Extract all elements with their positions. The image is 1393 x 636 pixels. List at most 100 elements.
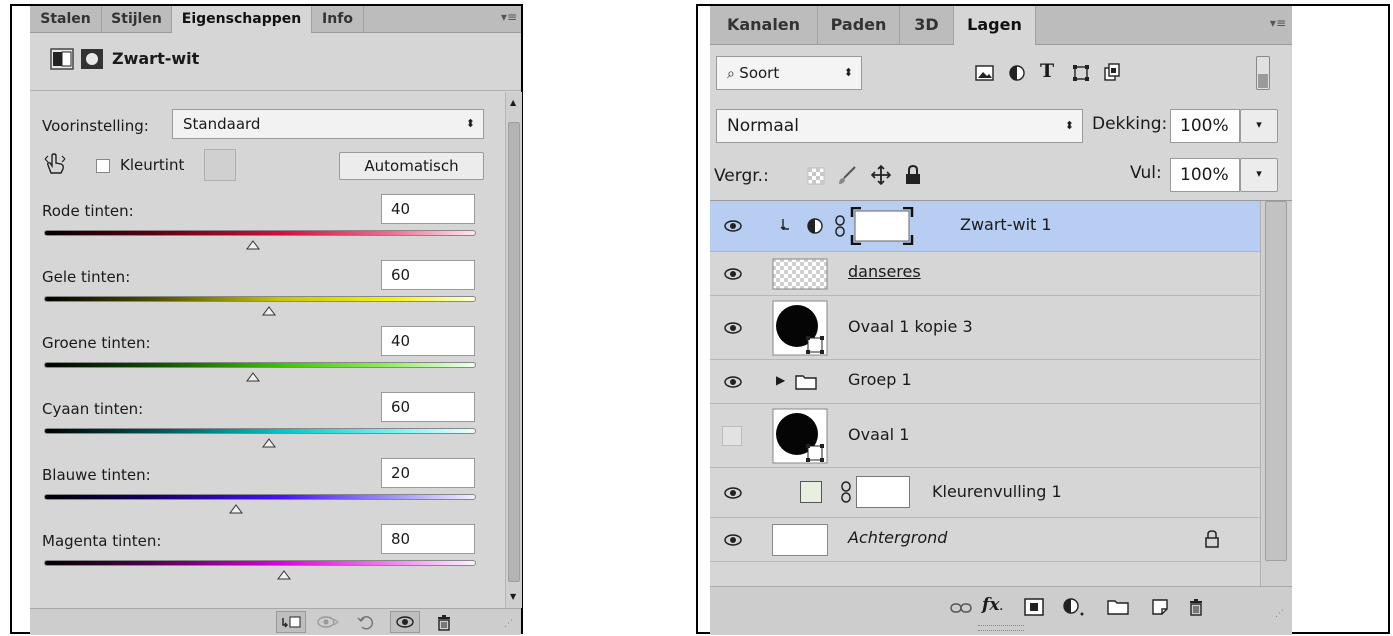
layer-row-ovaal-1-kopie-3[interactable]: Ovaal 1 kopie 3 (710, 296, 1260, 360)
visibility-off-box[interactable] (722, 426, 742, 446)
scroll-up-icon[interactable]: ▲ (510, 98, 516, 107)
visibility-eye-icon[interactable] (720, 527, 746, 553)
mask-link-icon[interactable] (834, 215, 846, 237)
resize-grip-icon[interactable]: ⋰ (504, 619, 513, 629)
layer-row-ovaal-1[interactable]: Ovaal 1 (710, 404, 1260, 468)
visibility-eye-icon[interactable] (720, 369, 746, 395)
panel-menu-icon[interactable]: ▾≡ (501, 10, 517, 24)
scroll-thumb[interactable] (508, 122, 520, 582)
slider-value-input[interactable]: 20 (381, 458, 475, 488)
type-filter-icon[interactable]: T (1040, 60, 1054, 82)
layers-scroll-thumb[interactable] (1265, 201, 1287, 561)
fx-icon[interactable]: fx. (982, 595, 1003, 615)
layer-row-kleurenvulling-1[interactable]: Kleurenvulling 1 (710, 468, 1260, 518)
visibility-eye-icon[interactable] (720, 261, 746, 287)
slider-value-input[interactable]: 60 (381, 260, 475, 290)
slider-thumb-icon[interactable] (277, 565, 292, 580)
adjustment-filter-icon[interactable] (1008, 64, 1028, 82)
lock-transparent-icon[interactable] (806, 166, 826, 186)
tab-eigenschappen[interactable]: Eigenschappen (172, 6, 312, 33)
slider-track[interactable] (44, 428, 476, 434)
slider-value-input[interactable]: 40 (381, 326, 475, 356)
scroll-down-icon[interactable]: ▼ (510, 592, 516, 601)
tab-stalen[interactable]: Stalen (30, 6, 102, 32)
tab-paden[interactable]: Paden (818, 6, 900, 44)
layer-name[interactable]: Kleurenvulling 1 (932, 482, 1062, 501)
layer-row-zwart-wit-1[interactable]: Zwart-wit 1 (710, 201, 1260, 252)
visibility-icon[interactable] (390, 611, 420, 633)
layers-scrollbar[interactable] (1260, 201, 1292, 593)
lock-brush-icon[interactable] (836, 164, 858, 186)
lock-all-icon[interactable] (904, 164, 922, 186)
properties-scrollbar[interactable]: ▲ ▼ (505, 92, 522, 608)
shape-filter-icon[interactable] (1071, 64, 1091, 82)
new-adjustment-icon[interactable] (1062, 597, 1086, 617)
expand-arrow-icon[interactable]: ▶ (776, 373, 785, 387)
panel-drag-handle[interactable] (978, 625, 1024, 631)
shape-layer-thumbnail[interactable] (772, 300, 828, 356)
fill-input[interactable]: 100% (1170, 158, 1240, 192)
blend-mode-select[interactable]: Normaal ⬍ (716, 109, 1083, 143)
opacity-input[interactable]: 100% (1170, 109, 1240, 143)
visibility-eye-icon[interactable] (720, 480, 746, 506)
layer-row-achtergrond[interactable]: Achtergrond (710, 518, 1260, 562)
filter-select[interactable]: ⌕ Soort ⬍ (716, 56, 862, 90)
slider-thumb-icon[interactable] (246, 367, 261, 382)
visibility-eye-icon[interactable] (720, 315, 746, 341)
reset-icon[interactable] (356, 612, 376, 632)
view-previous-icon[interactable] (316, 613, 340, 631)
delete-icon[interactable] (434, 612, 454, 632)
slider-value-input[interactable]: 80 (381, 524, 475, 554)
slider-thumb-icon[interactable] (261, 433, 276, 448)
slider-track[interactable] (44, 296, 476, 302)
opacity-dropdown-button[interactable]: ▾ (1240, 109, 1278, 143)
new-layer-icon[interactable] (1150, 597, 1170, 617)
slider-thumb-icon[interactable] (261, 301, 276, 316)
slider-value-input[interactable]: 60 (381, 392, 475, 422)
fill-dropdown-button[interactable]: ▾ (1240, 158, 1278, 192)
filter-toggle-switch[interactable] (1256, 56, 1270, 90)
tab-info[interactable]: Info (312, 6, 364, 32)
layer-name[interactable]: Ovaal 1 (848, 425, 909, 444)
mask-link-icon[interactable] (840, 481, 852, 503)
mask-icon[interactable] (80, 48, 104, 70)
slider-track[interactable] (44, 560, 476, 566)
fill-color-thumbnail[interactable] (800, 481, 822, 503)
layer-row-groep-1[interactable]: ▶ Groep 1 (710, 360, 1260, 404)
preset-select[interactable]: Standaard ⬍ (172, 109, 484, 139)
lock-move-icon[interactable] (870, 164, 892, 186)
layer-name[interactable]: Ovaal 1 kopie 3 (848, 317, 973, 336)
layers-menu-icon[interactable]: ▾≡ (1270, 16, 1286, 30)
add-mask-icon[interactable] (1024, 598, 1044, 616)
slider-thumb-icon[interactable] (246, 235, 261, 250)
new-group-icon[interactable] (1106, 597, 1130, 617)
background-thumbnail[interactable] (772, 524, 828, 556)
tab-kanalen[interactable]: Kanalen (710, 6, 818, 44)
tab-lagen[interactable]: Lagen (954, 6, 1036, 45)
hand-adjust-icon[interactable] (42, 151, 68, 177)
tab-3d[interactable]: 3D (900, 6, 954, 44)
slider-thumb-icon[interactable] (228, 499, 243, 514)
tint-checkbox[interactable] (96, 159, 110, 173)
clip-to-layer-icon[interactable] (276, 611, 306, 633)
tab-stijlen[interactable]: Stijlen (102, 6, 172, 32)
layer-mask-thumbnail[interactable] (850, 206, 914, 246)
layer-name[interactable]: Zwart-wit 1 (960, 215, 1052, 234)
layer-name[interactable]: Achtergrond (848, 528, 947, 547)
delete-layer-icon[interactable] (1186, 596, 1206, 618)
resize-grip-icon[interactable]: ⋰ (1275, 609, 1284, 619)
layer-row-danseres[interactable]: danseres (710, 252, 1260, 296)
link-layers-icon[interactable] (950, 599, 972, 617)
fill-mask-thumbnail[interactable] (856, 476, 910, 508)
slider-track[interactable] (44, 494, 476, 500)
pixel-filter-icon[interactable] (975, 64, 995, 82)
layer-name[interactable]: Groep 1 (848, 370, 912, 389)
auto-button[interactable]: Automatisch (339, 152, 484, 180)
layer-name[interactable]: danseres (848, 262, 921, 281)
smart-object-filter-icon[interactable] (1102, 62, 1122, 82)
visibility-eye-icon[interactable] (720, 213, 746, 239)
shape-layer-thumbnail[interactable] (772, 408, 828, 464)
slider-value-input[interactable]: 40 (381, 194, 475, 224)
transparent-layer-thumbnail[interactable] (772, 258, 828, 290)
tint-color-swatch[interactable] (204, 149, 236, 181)
